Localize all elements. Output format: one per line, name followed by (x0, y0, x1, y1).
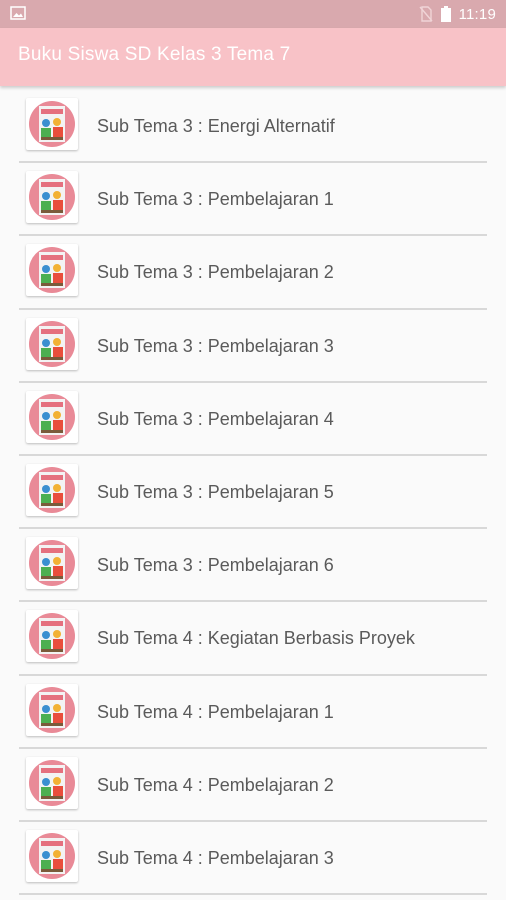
book-cover-icon (29, 832, 75, 879)
book-cover-thumbnail (26, 244, 78, 297)
app-title: Buku Siswa SD Kelas 3 Tema 7 (18, 44, 291, 65)
book-cover-thumbnail (26, 829, 78, 882)
list-item-label: Sub Tema 4 : Kegiatan Berbasis Proyek (97, 628, 415, 649)
list-item[interactable]: Sub Tema 3 : Energi Alternatif (19, 90, 487, 164)
book-cover-thumbnail (26, 463, 78, 516)
list-item-label: Sub Tema 4 : Pembelajaran 2 (97, 774, 334, 795)
book-cover-icon (29, 393, 75, 440)
list-item[interactable]: Sub Tema 4 : Kegiatan Berbasis Proyek (19, 602, 487, 676)
list-item-label: Sub Tema 3 : Pembelajaran 6 (97, 555, 334, 576)
status-time: 11:19 (458, 5, 496, 23)
list-item[interactable]: Sub Tema 3 : Pembelajaran 3 (19, 309, 487, 383)
book-cover-icon (29, 320, 75, 367)
image-icon (10, 6, 26, 20)
book-cover-thumbnail (26, 683, 78, 736)
list-item[interactable]: Sub Tema 3 : Pembelajaran 6 (19, 529, 487, 603)
list-item-label: Sub Tema 4 : Pembelajaran 1 (97, 701, 334, 722)
book-cover-icon (29, 174, 75, 221)
list-item-label: Sub Tema 3 : Pembelajaran 3 (97, 335, 334, 356)
book-cover-icon (29, 540, 75, 587)
status-bar: 11:19 (0, 0, 506, 28)
list-item[interactable]: Sub Tema 3 : Pembelajaran 2 (19, 236, 487, 310)
list-item[interactable]: Sub Tema 4 : Pembelajaran 1 (19, 675, 487, 749)
book-cover-icon (29, 613, 75, 660)
book-cover-thumbnail (26, 537, 78, 590)
book-cover-thumbnail (26, 98, 78, 150)
list-item-label: Sub Tema 4 : Pembelajaran 3 (97, 847, 334, 868)
list-item[interactable]: Sub Tema 3 : Pembelajaran 5 (19, 455, 487, 530)
book-cover-icon (29, 247, 75, 294)
battery-icon (440, 6, 451, 22)
app-bar: Buku Siswa SD Kelas 3 Tema 7 (0, 28, 506, 86)
book-cover-icon (29, 101, 75, 147)
book-cover-icon (29, 466, 75, 513)
list-item[interactable]: Sub Tema 4 : Pembelajaran 3 (19, 821, 487, 896)
list-item-label: Sub Tema 3 : Pembelajaran 2 (97, 262, 334, 283)
list-item-label: Sub Tema 3 : Energi Alternatif (97, 116, 335, 136)
chapter-list: Sub Tema 3 : Energi Alternatif Sub Tema … (19, 90, 487, 896)
list-item-label: Sub Tema 3 : Pembelajaran 4 (97, 408, 334, 429)
no-sim-icon (419, 6, 433, 22)
book-cover-thumbnail (26, 610, 78, 663)
list-item[interactable]: Sub Tema 3 : Pembelajaran 1 (19, 163, 487, 237)
book-cover-thumbnail (26, 171, 78, 224)
list-item-label: Sub Tema 3 : Pembelajaran 5 (97, 481, 334, 502)
list-item[interactable]: Sub Tema 3 : Pembelajaran 4 (19, 382, 487, 456)
list-item[interactable]: Sub Tema 4 : Pembelajaran 2 (19, 748, 487, 822)
book-cover-thumbnail (26, 317, 78, 370)
book-cover-thumbnail (26, 756, 78, 809)
book-cover-icon (29, 759, 75, 806)
book-cover-thumbnail (26, 390, 78, 443)
list-item-label: Sub Tema 3 : Pembelajaran 1 (97, 189, 334, 210)
book-cover-icon (29, 686, 75, 733)
